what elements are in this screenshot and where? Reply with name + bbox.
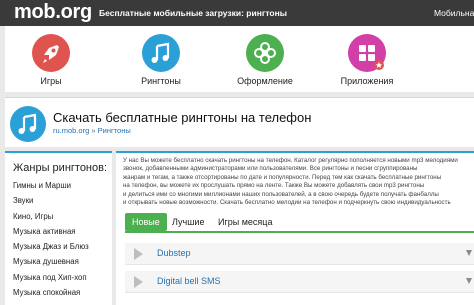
- category-themes[interactable]: Оформление: [230, 34, 300, 86]
- ringtone-title[interactable]: Digital bell SMS: [157, 276, 221, 286]
- genre-link[interactable]: Музыка под Хип-хоп: [13, 273, 89, 288]
- genre-list: Гимны и Марши Звуки Кино, Игры Музыка ак…: [13, 181, 89, 303]
- top-menu-mobile[interactable]: Мобильна: [434, 8, 474, 18]
- play-icon[interactable]: [134, 276, 143, 288]
- page-header: Скачать бесплатные рингтоны на телефон r…: [5, 97, 474, 147]
- site-logo[interactable]: mob.org: [14, 1, 92, 24]
- ringtone-row[interactable]: Digital bell SMS: [125, 271, 474, 293]
- genre-link[interactable]: Музыка душевная: [13, 257, 89, 272]
- intro-line: и делиться ими со многими миллионами наш…: [123, 190, 439, 198]
- music-note-icon: [142, 34, 180, 72]
- intro-text: У нас Вы можете бесплатно скачать рингто…: [123, 157, 474, 207]
- breadcrumb-separator: »: [91, 126, 96, 135]
- breadcrumb-home-link[interactable]: ru.mob.org: [53, 126, 89, 135]
- category-label: Игры: [40, 76, 62, 86]
- sidebar-title: Жанры рингтонов:: [13, 162, 108, 174]
- music-note-icon: [10, 106, 46, 142]
- page-root: mob.org Бесплатные мобильные загрузки: р…: [0, 0, 474, 305]
- breadcrumb: ru.mob.org » Рингтоны: [53, 126, 131, 135]
- main-content: У нас Вы можете бесплатно скачать рингто…: [116, 151, 474, 305]
- intro-line: и открывать новые возможности. Скачать б…: [123, 199, 451, 207]
- tab-games-of-month[interactable]: Игры месяца: [218, 213, 272, 231]
- download-icon[interactable]: [466, 250, 472, 256]
- category-label: Приложения: [340, 76, 394, 86]
- category-label: Оформление: [237, 76, 293, 86]
- category-bar: Игры Рингтоны Оформление Приложения: [5, 26, 474, 92]
- genre-link[interactable]: Гимны и Марши: [13, 181, 89, 196]
- play-icon[interactable]: [134, 248, 143, 260]
- intro-line: жанрам и тегам, а также отсортированы по…: [123, 173, 442, 181]
- top-bar: mob.org Бесплатные мобильные загрузки: р…: [0, 0, 474, 26]
- ringtone-row[interactable]: Dubstep: [125, 243, 474, 265]
- apps-grid-icon: [348, 34, 386, 72]
- category-ringtones[interactable]: Рингтоны: [126, 34, 196, 86]
- breadcrumb-current-link[interactable]: Рингтоны: [98, 126, 131, 135]
- category-games[interactable]: Игры: [16, 34, 86, 86]
- genre-link[interactable]: Музыка спокойная: [13, 288, 89, 303]
- genre-link[interactable]: Кино, Игры: [13, 212, 89, 227]
- intro-line: У нас Вы можете бесплатно скачать рингто…: [123, 157, 458, 164]
- flower-icon: [246, 34, 284, 72]
- category-label: Рингтоны: [141, 76, 181, 86]
- genre-link[interactable]: Музыка активная: [13, 227, 89, 242]
- intro-line: на телефон, вы можете их прослушать прям…: [123, 182, 425, 190]
- intro-line: звонок, добавленными администраторами ил…: [123, 165, 418, 173]
- tab-underline: [125, 231, 474, 233]
- genre-link[interactable]: Звуки: [13, 196, 89, 211]
- rocket-icon: [32, 34, 70, 72]
- download-icon[interactable]: [466, 278, 472, 284]
- page-title: Скачать бесплатные рингтоны на телефон: [53, 110, 312, 125]
- category-apps[interactable]: Приложения: [332, 34, 402, 86]
- genre-sidebar: Жанры рингтонов: Гимны и Марши Звуки Кин…: [5, 151, 112, 305]
- genre-link[interactable]: Музыка Джаз и Блюз: [13, 242, 89, 257]
- site-tagline: Бесплатные мобильные загрузки: рингтоны: [99, 8, 288, 18]
- tab-best[interactable]: Лучшие: [172, 213, 204, 231]
- tab-new[interactable]: Новые: [125, 213, 167, 231]
- ringtone-title[interactable]: Dubstep: [157, 248, 191, 258]
